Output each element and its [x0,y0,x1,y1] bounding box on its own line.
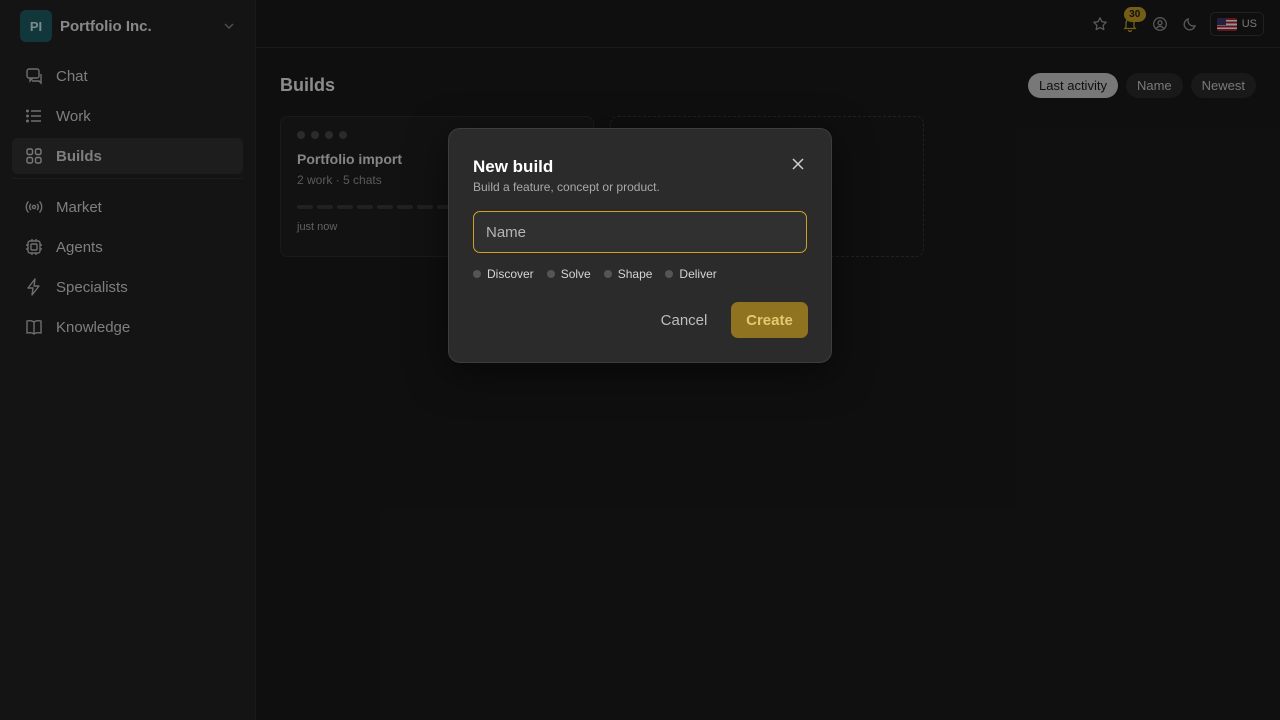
phase-solve[interactable]: Solve [546,267,591,281]
phase-options: Discover Solve Shape Deliver [473,267,717,281]
phase-label: Shape [617,267,653,281]
phase-dot [546,270,555,278]
phase-label: Deliver [679,267,717,281]
phase-discover[interactable]: Discover [473,267,534,281]
phase-dot [473,270,481,278]
phase-label: Discover [487,267,534,281]
phase-label: Solve [560,267,591,281]
phase-deliver[interactable]: Deliver [665,267,717,281]
close-icon [792,158,804,170]
dialog-subtitle: Build a feature, concept or product. [473,180,660,194]
new-build-dialog: New build Build a feature, concept or pr… [448,128,832,363]
create-button[interactable]: Create [731,302,808,338]
dialog-title: New build [473,157,554,176]
close-button[interactable] [787,153,809,175]
cancel-button[interactable]: Cancel [647,302,721,338]
phase-shape[interactable]: Shape [603,267,653,281]
build-name-input[interactable] [473,211,807,253]
phase-dot [603,270,612,278]
phase-dot [665,270,674,278]
